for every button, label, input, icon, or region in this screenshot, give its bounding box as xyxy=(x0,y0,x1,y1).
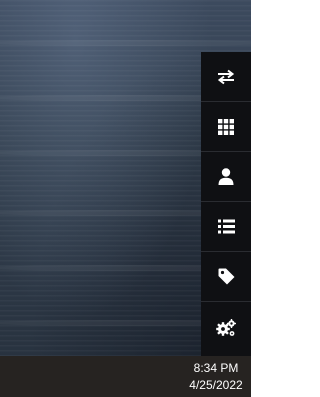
taskbar-clock[interactable]: 8:34 PM 4/25/2022 xyxy=(181,356,251,397)
user-icon xyxy=(218,168,234,185)
tag-button[interactable] xyxy=(201,252,251,302)
taskbar: 8:34 PM 4/25/2022 xyxy=(0,356,251,397)
list-icon xyxy=(217,219,235,234)
clock-time: 8:34 PM xyxy=(193,360,239,375)
user-button[interactable] xyxy=(201,152,251,202)
swap-arrows-icon xyxy=(217,69,235,84)
grid-icon xyxy=(218,118,234,135)
cogs-icon xyxy=(216,318,236,336)
list-button[interactable] xyxy=(201,202,251,252)
side-toolbar xyxy=(201,52,251,356)
apps-grid-button[interactable] xyxy=(201,102,251,152)
clock-date: 4/25/2022 xyxy=(189,377,243,392)
tag-icon xyxy=(218,268,234,285)
desktop-screen: 8:34 PM 4/25/2022 xyxy=(0,0,251,397)
switch-button[interactable] xyxy=(201,52,251,102)
settings-button[interactable] xyxy=(201,302,251,353)
